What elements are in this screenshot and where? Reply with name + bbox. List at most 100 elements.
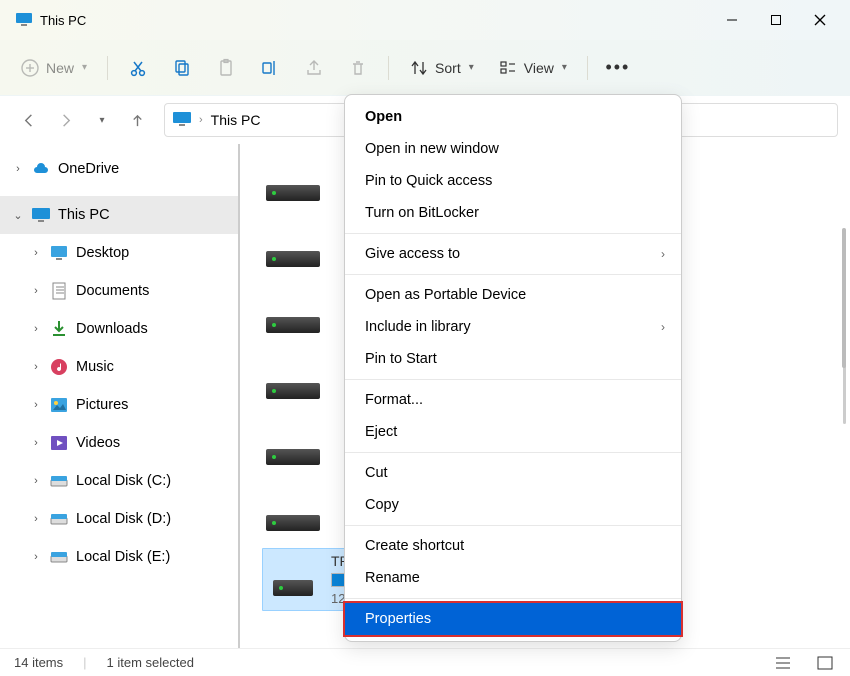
recent-button[interactable]: ▾ (84, 103, 118, 137)
menu-separator (345, 233, 681, 234)
chevron-icon: › (30, 361, 42, 373)
menu-item-label: Format... (365, 392, 423, 408)
doc-icon (50, 282, 68, 300)
thumbnail-view-button[interactable] (814, 654, 836, 672)
toolbar: New ▾ Sort ▾ View ▾ ••• (0, 40, 850, 96)
menu-item-open-as-portable-device[interactable]: Open as Portable Device (345, 279, 681, 311)
menu-item-pin-to-start[interactable]: Pin to Start (345, 343, 681, 375)
menu-item-open[interactable]: Open (345, 101, 681, 133)
view-icon (498, 58, 518, 78)
menu-item-label: Open as Portable Device (365, 287, 526, 303)
menu-item-include-in-library[interactable]: Include in library› (345, 311, 681, 343)
scissors-icon (128, 58, 148, 78)
tree-item-local-disk-d-[interactable]: ›Local Disk (D:) (0, 500, 238, 538)
view-button[interactable]: View ▾ (488, 50, 577, 86)
tree-item-music[interactable]: ›Music (0, 348, 238, 386)
chevron-icon: › (30, 285, 42, 297)
tree-item-label: Documents (76, 283, 149, 299)
sort-icon (409, 58, 429, 78)
tree-item-documents[interactable]: › Documents (0, 272, 238, 310)
tree-item-pictures[interactable]: ›Pictures (0, 386, 238, 424)
tree-item-label: Pictures (76, 397, 128, 413)
pictures-icon (50, 396, 68, 414)
disk-icon (50, 510, 68, 528)
menu-item-label: Open in new window (365, 141, 499, 157)
tree-item-label: Local Disk (C:) (76, 473, 171, 489)
tree-item-local-disk-c-[interactable]: ›Local Disk (C:) (0, 462, 238, 500)
divider (388, 56, 389, 80)
menu-item-label: Create shortcut (365, 538, 464, 554)
cut-button[interactable] (118, 50, 158, 86)
trash-icon (348, 58, 368, 78)
drive-icon (269, 560, 317, 600)
selection-count: 1 item selected (107, 655, 194, 670)
chevron-icon: › (12, 163, 24, 175)
menu-item-format-[interactable]: Format... (345, 384, 681, 416)
chevron-down-icon: ▾ (82, 62, 87, 73)
rename-icon (260, 58, 280, 78)
menu-item-label: Cut (365, 465, 388, 481)
more-icon: ••• (608, 58, 628, 78)
tree-item-this-pc[interactable]: ⌄ This PC (0, 196, 238, 234)
new-button[interactable]: New ▾ (10, 50, 97, 86)
menu-item-label: Open (365, 109, 402, 125)
share-button[interactable] (294, 50, 334, 86)
menu-item-eject[interactable]: Eject (345, 416, 681, 448)
tree-item-local-disk-e-[interactable]: ›Local Disk (E:) (0, 538, 238, 576)
app-icon (16, 13, 32, 27)
tree-item-downloads[interactable]: ›Downloads (0, 310, 238, 348)
videos-icon (50, 434, 68, 452)
tree-item-videos[interactable]: › Videos (0, 424, 238, 462)
menu-item-copy[interactable]: Copy (345, 489, 681, 521)
menu-item-open-in-new-window[interactable]: Open in new window (345, 133, 681, 165)
paste-button[interactable] (206, 50, 246, 86)
paste-icon (216, 58, 236, 78)
menu-item-turn-on-bitlocker[interactable]: Turn on BitLocker (345, 197, 681, 229)
chevron-right-icon: › (199, 114, 203, 126)
forward-button[interactable] (48, 103, 82, 137)
back-button[interactable] (12, 103, 46, 137)
menu-separator (345, 525, 681, 526)
item-count: 14 items (14, 655, 63, 670)
delete-button[interactable] (338, 50, 378, 86)
tree-item-desktop[interactable]: ›Desktop (0, 234, 238, 272)
chevron-icon: › (30, 513, 42, 525)
disk-icon (50, 472, 68, 490)
sort-button[interactable]: Sort ▾ (399, 50, 484, 86)
menu-item-cut[interactable]: Cut (345, 457, 681, 489)
menu-item-pin-to-quick-access[interactable]: Pin to Quick access (345, 165, 681, 197)
details-view-button[interactable] (772, 654, 794, 672)
download-icon (50, 320, 68, 338)
rename-button[interactable] (250, 50, 290, 86)
scrollbar[interactable] (842, 228, 846, 368)
monitor-icon (173, 112, 191, 129)
chevron-down-icon: ▾ (562, 62, 567, 73)
menu-item-create-shortcut[interactable]: Create shortcut (345, 530, 681, 562)
menu-item-rename[interactable]: Rename (345, 562, 681, 594)
menu-separator (345, 379, 681, 380)
window-title: This PC (40, 13, 86, 28)
tree-item-label: Videos (76, 435, 120, 451)
tree-item-onedrive[interactable]: ›OneDrive (0, 150, 238, 188)
chevron-icon: › (30, 437, 42, 449)
tree-item-label: Desktop (76, 245, 129, 261)
more-button[interactable]: ••• (598, 50, 638, 86)
address-location: This PC (211, 112, 261, 128)
sort-label: Sort (435, 60, 461, 76)
menu-separator (345, 452, 681, 453)
copy-button[interactable] (162, 50, 202, 86)
chevron-icon: › (30, 323, 42, 335)
tree-item-label: This PC (58, 207, 110, 223)
close-button[interactable] (798, 4, 842, 36)
monitor-icon (32, 206, 50, 224)
chevron-icon: ⌄ (12, 209, 24, 222)
disk-icon (50, 548, 68, 566)
view-label: View (524, 60, 554, 76)
minimize-button[interactable] (710, 4, 754, 36)
menu-item-give-access-to[interactable]: Give access to› (345, 238, 681, 270)
menu-item-label: Rename (365, 570, 420, 586)
maximize-button[interactable] (754, 4, 798, 36)
menu-item-properties[interactable]: Properties (345, 603, 681, 635)
up-button[interactable] (120, 103, 154, 137)
menu-item-label: Eject (365, 424, 397, 440)
